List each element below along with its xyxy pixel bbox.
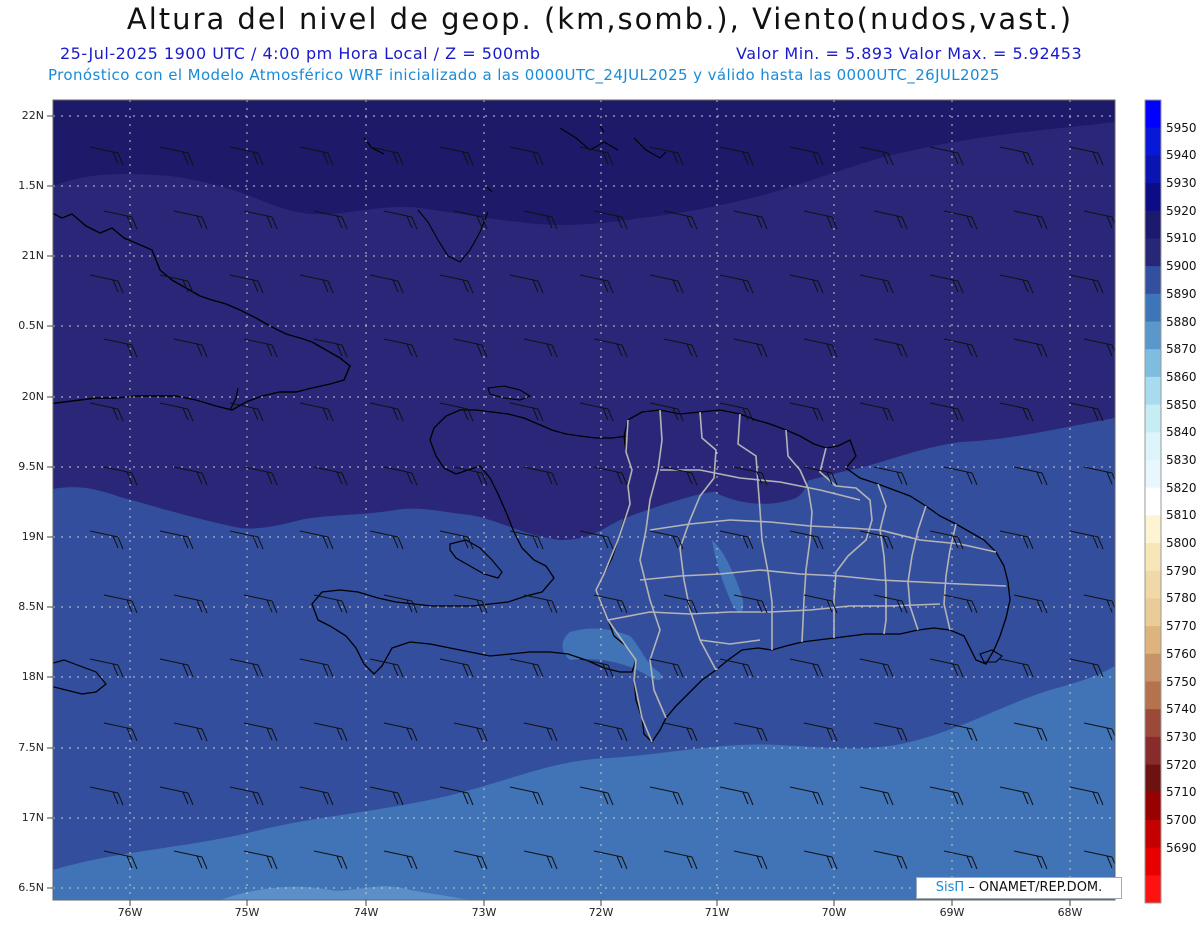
lat-label: 20N xyxy=(21,390,44,403)
lat-label: 18N xyxy=(21,670,44,683)
colorbar-label: 5820 xyxy=(1166,480,1197,495)
colorbar-swatch xyxy=(1145,819,1161,849)
colorbar-swatch xyxy=(1145,764,1161,793)
coast-jamaica-west xyxy=(36,630,50,648)
colorbar-swatch xyxy=(1145,598,1161,627)
colorbar-label: 5950 xyxy=(1166,120,1197,135)
colorbar-label: 5810 xyxy=(1166,508,1197,523)
lon-label: 76W xyxy=(117,906,143,919)
colorbar-label: 5840 xyxy=(1166,425,1197,440)
colorbar-label: 5930 xyxy=(1166,176,1197,191)
colorbar-label: 5940 xyxy=(1166,148,1197,163)
colorbar-swatch xyxy=(1145,349,1161,378)
lon-label: 73W xyxy=(471,906,497,919)
colorbar-label: 5780 xyxy=(1166,591,1197,606)
colorbar-label: 5700 xyxy=(1166,812,1197,827)
colorbar-swatch xyxy=(1145,376,1161,405)
lat-label: 17N xyxy=(21,811,44,824)
lon-label: 70W xyxy=(821,906,847,919)
colorbar-swatch xyxy=(1145,543,1161,572)
colorbar-label: 5910 xyxy=(1166,231,1197,246)
colorbar-swatch xyxy=(1145,432,1161,461)
colorbar-swatch xyxy=(1145,709,1161,738)
credit-text: – ONAMET/REP.DOM. xyxy=(964,880,1103,895)
colorbar-label: 5850 xyxy=(1166,397,1197,412)
lat-label: 6.5N xyxy=(18,881,44,894)
lon-label: 74W xyxy=(353,906,379,919)
colorbar-swatch xyxy=(1145,792,1161,821)
colorbar-label: 5710 xyxy=(1166,785,1197,800)
colorbar-label: 5880 xyxy=(1166,314,1197,329)
colorbar-label: 5740 xyxy=(1166,702,1197,717)
sispi-logo: SisΠ xyxy=(935,880,965,895)
colorbar-label: 5690 xyxy=(1166,840,1197,855)
colorbar-swatch xyxy=(1145,847,1161,876)
lat-label: 21N xyxy=(21,249,44,262)
colorbar-swatch xyxy=(1145,570,1161,599)
colorbar-label: 5830 xyxy=(1166,453,1197,467)
lon-label: 69W xyxy=(939,906,965,919)
map-canvas xyxy=(36,99,1162,906)
colorbar-label: 5730 xyxy=(1166,729,1197,744)
colorbar-label: 5790 xyxy=(1166,563,1197,578)
lat-label: 7.5N xyxy=(18,741,44,754)
colorbar-label: 5920 xyxy=(1166,203,1197,218)
colorbar-swatch xyxy=(1145,210,1161,239)
colorbar-label: 5900 xyxy=(1166,259,1197,274)
colorbar-swatch xyxy=(1145,183,1161,212)
colorbar-swatch xyxy=(1145,626,1161,655)
lat-label: 19N xyxy=(21,530,44,543)
colorbar-swatch xyxy=(1145,459,1161,489)
colorbar-label: 5860 xyxy=(1166,369,1197,384)
colorbar-swatch xyxy=(1145,266,1161,295)
colorbar-swatch xyxy=(1145,404,1161,433)
colorbar-label: 5890 xyxy=(1166,286,1197,301)
colorbar xyxy=(1144,99,1162,904)
colorbar-swatch xyxy=(1145,653,1161,682)
lon-label: 72W xyxy=(588,906,614,919)
colorbar-label: 5750 xyxy=(1166,674,1197,689)
colorbar-swatch xyxy=(1145,875,1161,904)
colorbar-swatch xyxy=(1145,515,1161,544)
colorbar-swatch xyxy=(1145,100,1161,129)
lat-label: 0.5N xyxy=(18,319,44,332)
lon-label: 75W xyxy=(234,906,260,919)
colorbar-label: 5870 xyxy=(1166,342,1197,357)
colorbar-label: 5760 xyxy=(1166,646,1197,661)
colorbar-swatch xyxy=(1145,293,1161,322)
colorbar-swatch xyxy=(1145,127,1161,156)
lon-label: 71W xyxy=(704,906,730,919)
colorbar-swatch xyxy=(1145,238,1161,267)
colorbar-swatch xyxy=(1145,736,1161,765)
lat-label: 1.5N xyxy=(18,179,44,192)
colorbar-label: 5720 xyxy=(1166,757,1197,772)
colorbar-label: 5800 xyxy=(1166,536,1197,550)
colorbar-label: 5770 xyxy=(1166,619,1197,634)
credit-box: SisΠ – ONAMET/REP.DOM. xyxy=(916,877,1122,899)
colorbar-swatch xyxy=(1145,681,1161,710)
colorbar-swatch xyxy=(1145,321,1161,350)
lat-label: 9.5N xyxy=(18,460,44,473)
lon-label: 68W xyxy=(1057,906,1083,919)
colorbar-swatch xyxy=(1145,155,1161,184)
colorbar-swatch xyxy=(1145,487,1161,516)
lat-label: 22N xyxy=(21,109,44,122)
lat-label: 8.5N xyxy=(18,600,44,613)
